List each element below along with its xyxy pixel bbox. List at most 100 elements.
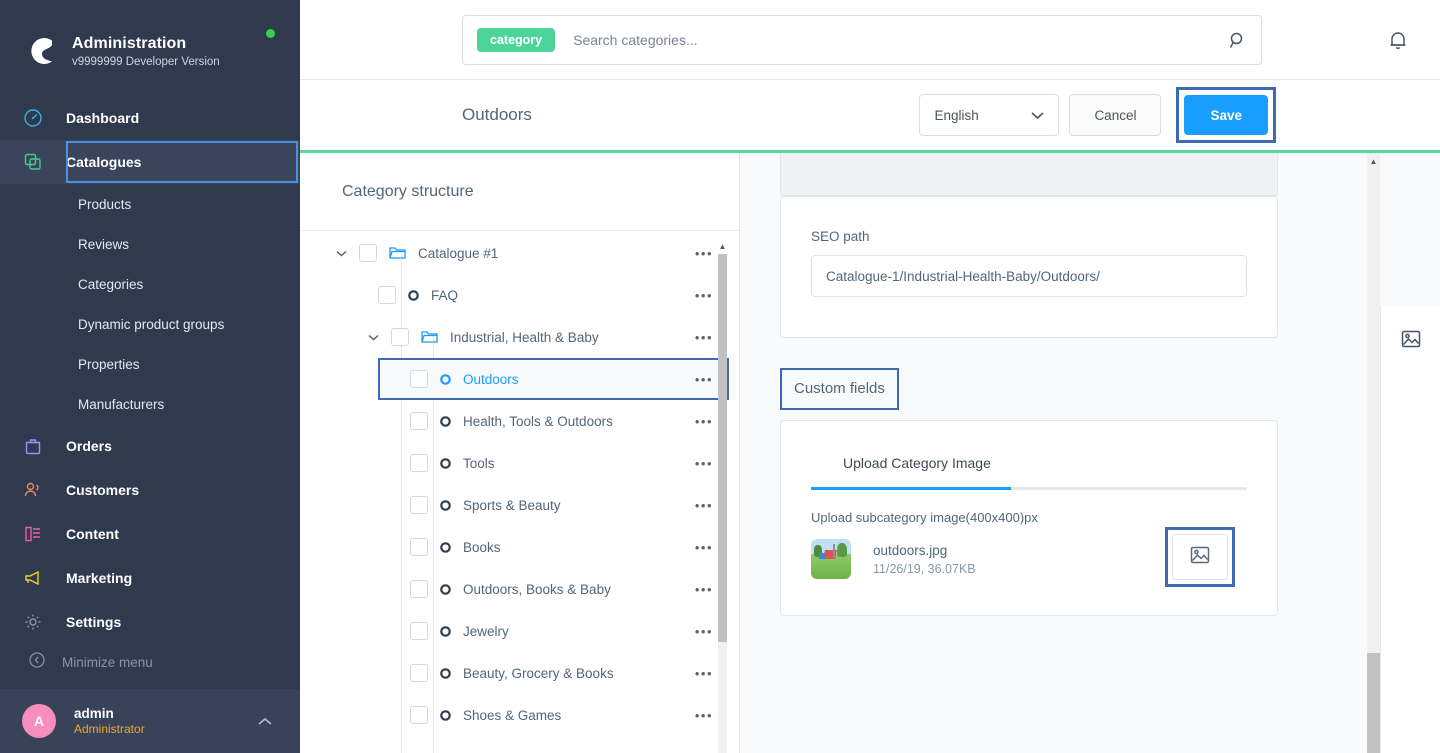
upload-button-focus-outline xyxy=(1165,527,1235,587)
cancel-button[interactable]: Cancel xyxy=(1069,94,1162,136)
page-header: Outdoors English Cancel Save xyxy=(300,80,1440,150)
tree-row-checkbox[interactable] xyxy=(410,706,428,724)
tree-row-label: Health, Tools & Outdoors xyxy=(463,413,613,429)
tree-row-context-menu[interactable]: ••• xyxy=(695,288,713,303)
sidebar-item-label: Content xyxy=(66,526,119,542)
tree-row[interactable]: Books ••• xyxy=(300,526,739,568)
user-name: admin xyxy=(74,706,114,721)
tree-row[interactable]: Catalogue #1 ••• xyxy=(300,232,739,274)
sidebar-brand[interactable]: Administration v9999999 Developer Versio… xyxy=(0,0,300,84)
language-select[interactable]: English xyxy=(919,94,1060,136)
tree-row-context-menu[interactable]: ••• xyxy=(695,582,713,597)
custom-fields-title-outline: Custom fields xyxy=(780,368,899,410)
tree-row-checkbox[interactable] xyxy=(378,286,396,304)
tree-row-context-menu[interactable]: ••• xyxy=(695,456,713,471)
tree-row[interactable]: Tools ••• xyxy=(300,442,739,484)
tree-row-context-menu[interactable]: ••• xyxy=(695,372,713,387)
chevron-down-icon[interactable] xyxy=(333,250,349,257)
tree-row-checkbox[interactable] xyxy=(359,244,377,262)
tree-row-context-menu[interactable]: ••• xyxy=(695,498,713,513)
search-icon[interactable] xyxy=(1228,31,1247,50)
tree-row-checkbox[interactable] xyxy=(410,622,428,640)
sidebar-item-properties[interactable]: Properties xyxy=(0,344,300,384)
page-title: Outdoors xyxy=(462,105,532,124)
tree-row-checkbox[interactable] xyxy=(410,370,428,388)
tree-row[interactable]: Shoes & Games ••• xyxy=(300,694,739,736)
tree-scrollbar-thumb[interactable] xyxy=(718,254,727,642)
image-icon[interactable] xyxy=(1396,324,1426,354)
seo-card: SEO path xyxy=(780,197,1278,338)
sidebar-item-products[interactable]: Products xyxy=(0,184,300,224)
leaf-dot-icon xyxy=(440,499,451,511)
chevron-up-icon[interactable] xyxy=(258,714,272,729)
tree-row-checkbox[interactable] xyxy=(410,664,428,682)
tree-row-context-menu[interactable]: ••• xyxy=(695,414,713,429)
sidebar-item-catalogues[interactable]: Catalogues xyxy=(0,140,300,184)
tab-upload-category-image[interactable]: Upload Category Image xyxy=(843,455,991,487)
sidebar-item-manufacturers[interactable]: Manufacturers xyxy=(0,384,300,424)
scroll-up-arrow-icon[interactable]: ▲ xyxy=(1367,155,1380,167)
tree-row-context-menu[interactable]: ••• xyxy=(695,666,713,681)
status-dot xyxy=(266,29,275,38)
tree-row-selected[interactable]: Outdoors ••• xyxy=(300,358,739,400)
upload-image-button[interactable] xyxy=(1172,534,1228,580)
app-root: Administration v9999999 Developer Versio… xyxy=(0,0,1440,753)
tree-row[interactable]: Beauty, Grocery & Books ••• xyxy=(300,652,739,694)
category-tree-panel: Category structure Catalogue #1 ••• FAQ … xyxy=(300,153,740,753)
sidebar-item-categories[interactable]: Categories xyxy=(0,264,300,304)
tree-row-context-menu[interactable]: ••• xyxy=(695,540,713,555)
sidebar-item-settings[interactable]: Settings xyxy=(0,600,300,644)
custom-fields-title: Custom fields xyxy=(794,380,885,397)
tree-row[interactable]: Outdoors, Books & Baby ••• xyxy=(300,568,739,610)
tree-row-checkbox[interactable] xyxy=(410,412,428,430)
bell-icon[interactable] xyxy=(1387,29,1409,57)
sidebar-item-content[interactable]: Content xyxy=(0,512,300,556)
sidebar-item-dashboard[interactable]: Dashboard xyxy=(0,96,300,140)
scroll-up-arrow-icon[interactable]: ▲ xyxy=(718,240,727,252)
thumbnail-pole-shape xyxy=(833,544,835,558)
brand-version: v9999999 Developer Version xyxy=(72,55,220,68)
minimize-menu-button[interactable]: Minimize menu xyxy=(0,644,300,680)
leaf-dot-icon xyxy=(440,541,451,553)
brand-title: Administration xyxy=(72,34,187,52)
tree-row-label: Catalogue #1 xyxy=(418,245,499,261)
tree-row[interactable]: Industrial, Health & Baby ••• xyxy=(300,316,739,358)
tree-row-checkbox[interactable] xyxy=(410,580,428,598)
save-button[interactable]: Save xyxy=(1184,95,1268,135)
sidebar-item-reviews[interactable]: Reviews xyxy=(0,224,300,264)
leaf-dot-icon xyxy=(440,583,451,595)
shopware-logo-icon xyxy=(22,33,58,69)
gear-icon xyxy=(22,611,44,633)
sidebar-nav: Dashboard Catalogues Products Reviews Ca… xyxy=(0,96,300,680)
global-search[interactable]: category xyxy=(462,15,1262,65)
tree-row[interactable]: FAQ ••• xyxy=(300,274,739,316)
tree-row-context-menu[interactable]: ••• xyxy=(695,624,713,639)
user-menu[interactable]: A admin Administrator xyxy=(0,689,300,753)
search-input[interactable] xyxy=(573,32,1228,48)
tree-row-checkbox[interactable] xyxy=(410,454,428,472)
search-scope-tag[interactable]: category xyxy=(477,27,556,53)
file-thumbnail[interactable] xyxy=(811,539,851,579)
tree-row-context-menu[interactable]: ••• xyxy=(695,246,713,261)
tree-row[interactable]: Health, Tools & Outdoors ••• xyxy=(300,400,739,442)
detail-scrollbar-thumb[interactable] xyxy=(1367,653,1380,753)
tree-row[interactable]: Sports & Beauty ••• xyxy=(300,484,739,526)
sidebar-item-dynamic-product-groups[interactable]: Dynamic product groups xyxy=(0,304,300,344)
sidebar-subitem-label: Manufacturers xyxy=(78,396,165,412)
tree-row-context-menu[interactable]: ••• xyxy=(695,330,713,345)
detail-scrollbar[interactable]: ▲ xyxy=(1367,153,1380,753)
tree-row-checkbox[interactable] xyxy=(410,538,428,556)
sidebar-item-marketing[interactable]: Marketing xyxy=(0,556,300,600)
sidebar-item-customers[interactable]: Customers xyxy=(0,468,300,512)
chevron-down-icon[interactable] xyxy=(365,334,381,341)
orders-icon xyxy=(22,435,44,457)
sidebar-item-orders[interactable]: Orders xyxy=(0,424,300,468)
seo-path-input[interactable] xyxy=(811,255,1247,297)
tree-row[interactable]: Jewelry ••• xyxy=(300,610,739,652)
card-footer-area xyxy=(781,153,1277,196)
tree-row-context-menu[interactable]: ••• xyxy=(695,708,713,723)
thumbnail-detail-shape xyxy=(819,553,825,559)
tree-row-checkbox[interactable] xyxy=(410,496,428,514)
tree-row-checkbox[interactable] xyxy=(391,328,409,346)
tree-scrollbar[interactable]: ▲ xyxy=(718,240,727,753)
